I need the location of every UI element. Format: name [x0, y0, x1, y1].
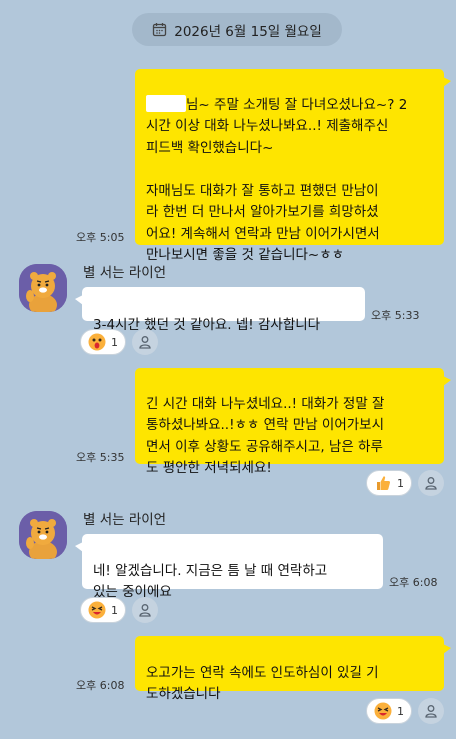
- message-bubble-outgoing[interactable]: 오고가는 연락 속에도 인도하심이 있길 기 도하겠습니다: [135, 636, 451, 702]
- add-reaction-person-icon: [425, 477, 437, 490]
- ryan-avatar: [19, 264, 67, 312]
- reaction-badge[interactable]: 1: [80, 329, 126, 355]
- add-reaction-person-icon: [139, 336, 151, 349]
- reaction-badge[interactable]: 1: [80, 597, 126, 623]
- avatar[interactable]: [19, 264, 67, 312]
- message-bubble-outgoing[interactable]: 님~ 주말 소개팅 잘 다녀오셨나요~? 2 시간 이상 대화 나누셨나봐요..…: [135, 69, 451, 263]
- add-reaction-person-icon: [425, 705, 437, 718]
- add-reaction-button[interactable]: [132, 597, 158, 623]
- reaction-count: 1: [111, 603, 118, 617]
- calendar-icon: [153, 23, 167, 37]
- avatar[interactable]: [19, 511, 67, 559]
- message-text: 오고가는 연락 속에도 인도하심이 있길 기 도하겠습니다: [146, 664, 379, 703]
- message-bubble-outgoing[interactable]: 긴 시간 대화 나누셨네요..! 대화가 정말 잘 통하셨나봐요..!ㅎㅎ 연락…: [135, 368, 451, 476]
- message-bubble-incoming[interactable]: 네! 알겠습니다. 지금은 틈 날 때 연락하고 있는 중이에요: [75, 534, 383, 600]
- reaction-badge[interactable]: 1: [366, 698, 412, 724]
- message-text: 3-4시간 했던 것 같아요. 넵! 감사합니다: [93, 316, 321, 333]
- reaction-count: 1: [397, 476, 404, 490]
- reaction-count: 1: [111, 335, 118, 349]
- message-time: 오후 6:08: [389, 576, 438, 589]
- sender-name: 별 서는 라이언: [83, 512, 167, 528]
- reaction-badge[interactable]: 1: [366, 470, 412, 496]
- message-text: 시간 이상 대화 나누셨나봐요..! 제출해주신 피드백 확인했습니다~ 자매님…: [146, 118, 389, 263]
- thumbs-up-emoji-icon: [377, 476, 391, 490]
- message-text-line1: 님~ 주말 소개팅 잘 다녀오셨나요~? 2: [186, 96, 408, 113]
- message-time: 오후 5:33: [371, 309, 420, 322]
- laughing-emoji-icon: [374, 702, 392, 720]
- add-reaction-button[interactable]: [418, 698, 444, 724]
- reaction-count: 1: [397, 704, 404, 718]
- redacted-name: [146, 94, 186, 112]
- ryan-avatar: [19, 511, 67, 559]
- add-reaction-button[interactable]: [132, 329, 158, 355]
- message-time: 오후 6:08: [76, 679, 125, 692]
- message-bubble-incoming[interactable]: 3-4시간 했던 것 같아요. 넵! 감사합니다: [75, 287, 365, 333]
- date-separator: 2026년 6월 15일 월요일: [132, 13, 342, 46]
- message-time: 오후 5:35: [76, 451, 125, 464]
- surprised-emoji-icon: [88, 333, 106, 351]
- message-time: 오후 5:05: [76, 231, 125, 244]
- message-text: 네! 알겠습니다. 지금은 틈 날 때 연락하고 있는 중이에요: [93, 562, 328, 601]
- laughing-emoji-icon: [88, 601, 106, 619]
- date-label: 2026년 6월 15일 월요일: [174, 23, 322, 40]
- message-text: 긴 시간 대화 나누셨네요..! 대화가 정말 잘 통하셨나봐요..!ㅎㅎ 연락…: [146, 395, 385, 477]
- add-reaction-person-icon: [139, 604, 151, 617]
- add-reaction-button[interactable]: [418, 470, 444, 496]
- sender-name: 별 서는 라이언: [83, 265, 167, 281]
